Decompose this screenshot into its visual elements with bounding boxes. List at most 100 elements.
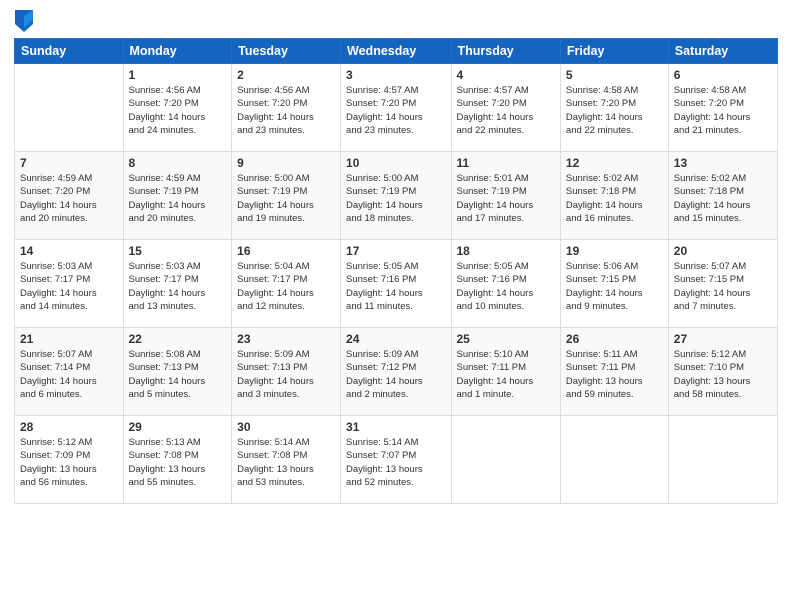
day-cell: 10 Sunrise: 5:00 AMSunset: 7:19 PMDayligh… xyxy=(341,152,451,240)
day-cell xyxy=(668,416,777,504)
weekday-header-thursday: Thursday xyxy=(451,39,560,64)
day-number: 5 xyxy=(566,68,663,82)
day-number: 26 xyxy=(566,332,663,346)
day-cell: 9Sunrise: 5:00 AMSunset: 7:19 PMDaylight… xyxy=(232,152,341,240)
day-cell xyxy=(451,416,560,504)
day-number: 21 xyxy=(20,332,118,346)
day-info: Sunrise: 5:05 AMSunset: 7:16 PMDaylight:… xyxy=(457,260,555,313)
day-info: Sunrise: 5:07 AMSunset: 7:15 PMDaylight:… xyxy=(674,260,772,313)
week-row-5: 28 Sunrise: 5:12 AMSunset: 7:09 PMDayligh… xyxy=(15,416,778,504)
day-info: Sunrise: 5:03 AMSunset: 7:17 PMDaylight:… xyxy=(129,260,227,313)
day-number: 4 xyxy=(457,68,555,82)
day-info: Sunrise: 4:58 AMSunset: 7:20 PMDaylight:… xyxy=(674,84,772,137)
day-cell: 12 Sunrise: 5:02 AMSunset: 7:18 PMDayligh… xyxy=(560,152,668,240)
day-number: 2 xyxy=(237,68,335,82)
day-info: Sunrise: 5:11 AMSunset: 7:11 PMDaylight:… xyxy=(566,348,663,401)
day-number: 23 xyxy=(237,332,335,346)
day-number: 27 xyxy=(674,332,772,346)
day-info: Sunrise: 5:08 AMSunset: 7:13 PMDaylight:… xyxy=(129,348,227,401)
day-info: Sunrise: 5:06 AMSunset: 7:15 PMDaylight:… xyxy=(566,260,663,313)
day-cell: 30Sunrise: 5:14 AMSunset: 7:08 PMDayligh… xyxy=(232,416,341,504)
day-cell: 15 Sunrise: 5:03 AMSunset: 7:17 PMDayligh… xyxy=(123,240,232,328)
day-info: Sunrise: 5:04 AMSunset: 7:17 PMDaylight:… xyxy=(237,260,335,313)
day-number: 16 xyxy=(237,244,335,258)
day-info: Sunrise: 5:02 AMSunset: 7:18 PMDaylight:… xyxy=(674,172,772,225)
day-cell: 22 Sunrise: 5:08 AMSunset: 7:13 PMDayligh… xyxy=(123,328,232,416)
day-cell: 5 Sunrise: 4:58 AMSunset: 7:20 PMDaylight… xyxy=(560,64,668,152)
day-cell: 26 Sunrise: 5:11 AMSunset: 7:11 PMDayligh… xyxy=(560,328,668,416)
day-cell xyxy=(15,64,124,152)
day-info: Sunrise: 5:00 AMSunset: 7:19 PMDaylight:… xyxy=(346,172,445,225)
logo-icon xyxy=(15,10,33,32)
day-info: Sunrise: 5:09 AMSunset: 7:12 PMDaylight:… xyxy=(346,348,445,401)
day-cell: 4 Sunrise: 4:57 AMSunset: 7:20 PMDaylight… xyxy=(451,64,560,152)
logo xyxy=(14,10,33,32)
day-number: 14 xyxy=(20,244,118,258)
day-info: Sunrise: 5:03 AMSunset: 7:17 PMDaylight:… xyxy=(20,260,118,313)
week-row-3: 14 Sunrise: 5:03 AMSunset: 7:17 PMDayligh… xyxy=(15,240,778,328)
day-number: 11 xyxy=(457,156,555,170)
day-cell: 16 Sunrise: 5:04 AMSunset: 7:17 PMDayligh… xyxy=(232,240,341,328)
day-number: 31 xyxy=(346,420,445,434)
day-info: Sunrise: 4:59 AMSunset: 7:19 PMDaylight:… xyxy=(129,172,227,225)
day-info: Sunrise: 5:01 AMSunset: 7:19 PMDaylight:… xyxy=(457,172,555,225)
week-row-4: 21 Sunrise: 5:07 AMSunset: 7:14 PMDayligh… xyxy=(15,328,778,416)
week-row-2: 7 Sunrise: 4:59 AMSunset: 7:20 PMDaylight… xyxy=(15,152,778,240)
day-number: 10 xyxy=(346,156,445,170)
day-cell xyxy=(560,416,668,504)
weekday-header-saturday: Saturday xyxy=(668,39,777,64)
weekday-header-row: SundayMondayTuesdayWednesdayThursdayFrid… xyxy=(15,39,778,64)
weekday-header-monday: Monday xyxy=(123,39,232,64)
day-cell: 3 Sunrise: 4:57 AMSunset: 7:20 PMDaylight… xyxy=(341,64,451,152)
day-cell: 14 Sunrise: 5:03 AMSunset: 7:17 PMDayligh… xyxy=(15,240,124,328)
day-cell: 11 Sunrise: 5:01 AMSunset: 7:19 PMDayligh… xyxy=(451,152,560,240)
day-number: 28 xyxy=(20,420,118,434)
day-cell: 1Sunrise: 4:56 AMSunset: 7:20 PMDaylight… xyxy=(123,64,232,152)
day-cell: 21 Sunrise: 5:07 AMSunset: 7:14 PMDayligh… xyxy=(15,328,124,416)
day-number: 3 xyxy=(346,68,445,82)
day-cell: 13 Sunrise: 5:02 AMSunset: 7:18 PMDayligh… xyxy=(668,152,777,240)
day-cell: 27 Sunrise: 5:12 AMSunset: 7:10 PMDayligh… xyxy=(668,328,777,416)
day-info: Sunrise: 4:57 AMSunset: 7:20 PMDaylight:… xyxy=(346,84,445,137)
calendar-table: SundayMondayTuesdayWednesdayThursdayFrid… xyxy=(14,38,778,504)
day-number: 20 xyxy=(674,244,772,258)
day-cell: 23 Sunrise: 5:09 AMSunset: 7:13 PMDayligh… xyxy=(232,328,341,416)
day-info: Sunrise: 4:56 AMSunset: 7:20 PMDaylight:… xyxy=(237,84,335,137)
day-info: Sunrise: 5:14 AMSunset: 7:07 PMDaylight:… xyxy=(346,436,445,489)
day-number: 25 xyxy=(457,332,555,346)
day-info: Sunrise: 5:10 AMSunset: 7:11 PMDaylight:… xyxy=(457,348,555,401)
day-cell: 24Sunrise: 5:09 AMSunset: 7:12 PMDayligh… xyxy=(341,328,451,416)
weekday-header-wednesday: Wednesday xyxy=(341,39,451,64)
day-cell: 7 Sunrise: 4:59 AMSunset: 7:20 PMDaylight… xyxy=(15,152,124,240)
day-number: 8 xyxy=(129,156,227,170)
day-info: Sunrise: 4:59 AMSunset: 7:20 PMDaylight:… xyxy=(20,172,118,225)
day-info: Sunrise: 5:09 AMSunset: 7:13 PMDaylight:… xyxy=(237,348,335,401)
day-number: 7 xyxy=(20,156,118,170)
day-info: Sunrise: 5:05 AMSunset: 7:16 PMDaylight:… xyxy=(346,260,445,313)
day-cell: 8 Sunrise: 4:59 AMSunset: 7:19 PMDaylight… xyxy=(123,152,232,240)
day-number: 29 xyxy=(129,420,227,434)
day-number: 30 xyxy=(237,420,335,434)
day-cell: 29 Sunrise: 5:13 AMSunset: 7:08 PMDayligh… xyxy=(123,416,232,504)
day-cell: 28 Sunrise: 5:12 AMSunset: 7:09 PMDayligh… xyxy=(15,416,124,504)
day-cell: 19Sunrise: 5:06 AMSunset: 7:15 PMDayligh… xyxy=(560,240,668,328)
day-info: Sunrise: 4:57 AMSunset: 7:20 PMDaylight:… xyxy=(457,84,555,137)
page-header xyxy=(14,10,778,32)
day-number: 1 xyxy=(129,68,227,82)
day-cell: 18 Sunrise: 5:05 AMSunset: 7:16 PMDayligh… xyxy=(451,240,560,328)
day-info: Sunrise: 5:12 AMSunset: 7:09 PMDaylight:… xyxy=(20,436,118,489)
weekday-header-sunday: Sunday xyxy=(15,39,124,64)
day-info: Sunrise: 5:13 AMSunset: 7:08 PMDaylight:… xyxy=(129,436,227,489)
day-info: Sunrise: 5:02 AMSunset: 7:18 PMDaylight:… xyxy=(566,172,663,225)
day-cell: 2 Sunrise: 4:56 AMSunset: 7:20 PMDaylight… xyxy=(232,64,341,152)
day-info: Sunrise: 4:58 AMSunset: 7:20 PMDaylight:… xyxy=(566,84,663,137)
day-number: 18 xyxy=(457,244,555,258)
day-number: 15 xyxy=(129,244,227,258)
day-info: Sunrise: 5:12 AMSunset: 7:10 PMDaylight:… xyxy=(674,348,772,401)
day-info: Sunrise: 5:07 AMSunset: 7:14 PMDaylight:… xyxy=(20,348,118,401)
day-cell: 20 Sunrise: 5:07 AMSunset: 7:15 PMDayligh… xyxy=(668,240,777,328)
day-number: 12 xyxy=(566,156,663,170)
day-number: 6 xyxy=(674,68,772,82)
day-number: 22 xyxy=(129,332,227,346)
day-number: 13 xyxy=(674,156,772,170)
